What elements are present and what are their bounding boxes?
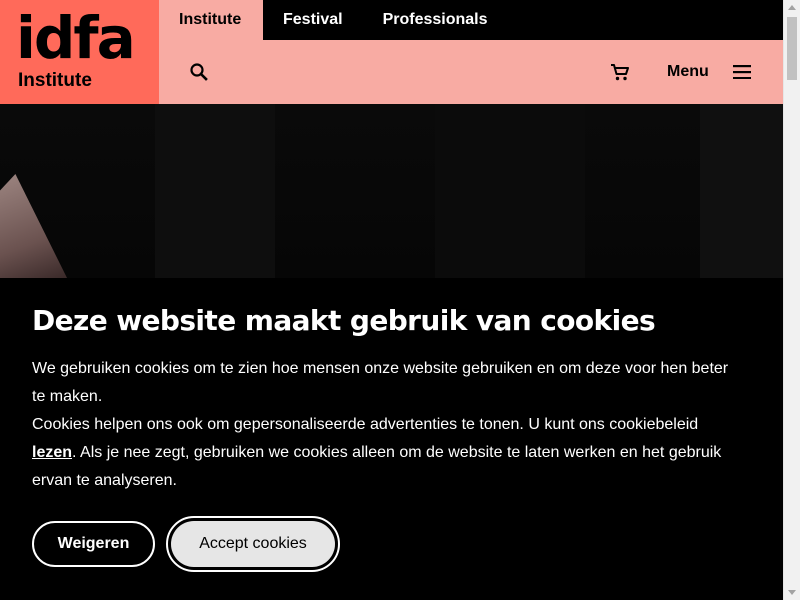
hero-panel <box>435 104 585 278</box>
cart-button[interactable] <box>608 60 632 84</box>
search-icon <box>190 63 208 81</box>
cookie-title: Deze website maakt gebruik van cookies <box>32 304 656 337</box>
tab-institute[interactable]: Institute <box>159 0 263 40</box>
cart-icon <box>611 64 629 81</box>
vertical-scrollbar[interactable] <box>783 0 800 600</box>
logo-sub-label: Institute <box>18 70 92 91</box>
cookie-policy-link[interactable]: lezen <box>32 444 72 461</box>
tab-professionals[interactable]: Professionals <box>363 0 508 40</box>
cookie-paragraph-2: Cookies helpen ons ook om gepersonalisee… <box>32 411 732 495</box>
tab-festival[interactable]: Festival <box>263 0 363 40</box>
search-button[interactable] <box>187 60 211 84</box>
scroll-down-arrow-icon[interactable] <box>788 590 796 595</box>
menu-label: Menu <box>667 63 709 80</box>
hero-panel <box>700 104 783 278</box>
cookie-paragraph-2-before: Cookies helpen ons ook om gepersonalisee… <box>32 416 699 433</box>
cookie-text: We gebruiken cookies om te zien hoe mens… <box>32 355 732 495</box>
hero-panel <box>155 104 275 278</box>
hero-image <box>0 104 783 278</box>
site-tabs: Institute Festival Professionals <box>159 0 783 40</box>
scroll-thumb[interactable] <box>787 17 797 80</box>
idfa-institute-logo[interactable]: idfa Institute <box>0 0 159 104</box>
toolbar: Menu <box>159 40 783 104</box>
scroll-up-arrow-icon[interactable] <box>788 5 796 10</box>
menu-button[interactable]: Menu <box>667 56 751 88</box>
logo-wordmark: idfa <box>16 4 136 72</box>
accept-cookies-button[interactable]: Accept cookies <box>171 521 335 567</box>
hamburger-icon <box>732 65 751 79</box>
cookie-banner: Deze website maakt gebruik van cookies W… <box>0 278 783 600</box>
hero-light-shard <box>0 174 70 278</box>
cookie-paragraph-1: We gebruiken cookies om te zien hoe mens… <box>32 360 729 405</box>
page: idfa Institute Institute Festival Profes… <box>0 0 783 600</box>
decline-cookies-button[interactable]: Weigeren <box>32 521 155 567</box>
cookie-paragraph-2-after: . Als je nee zegt, gebruiken we cookies … <box>32 444 722 489</box>
